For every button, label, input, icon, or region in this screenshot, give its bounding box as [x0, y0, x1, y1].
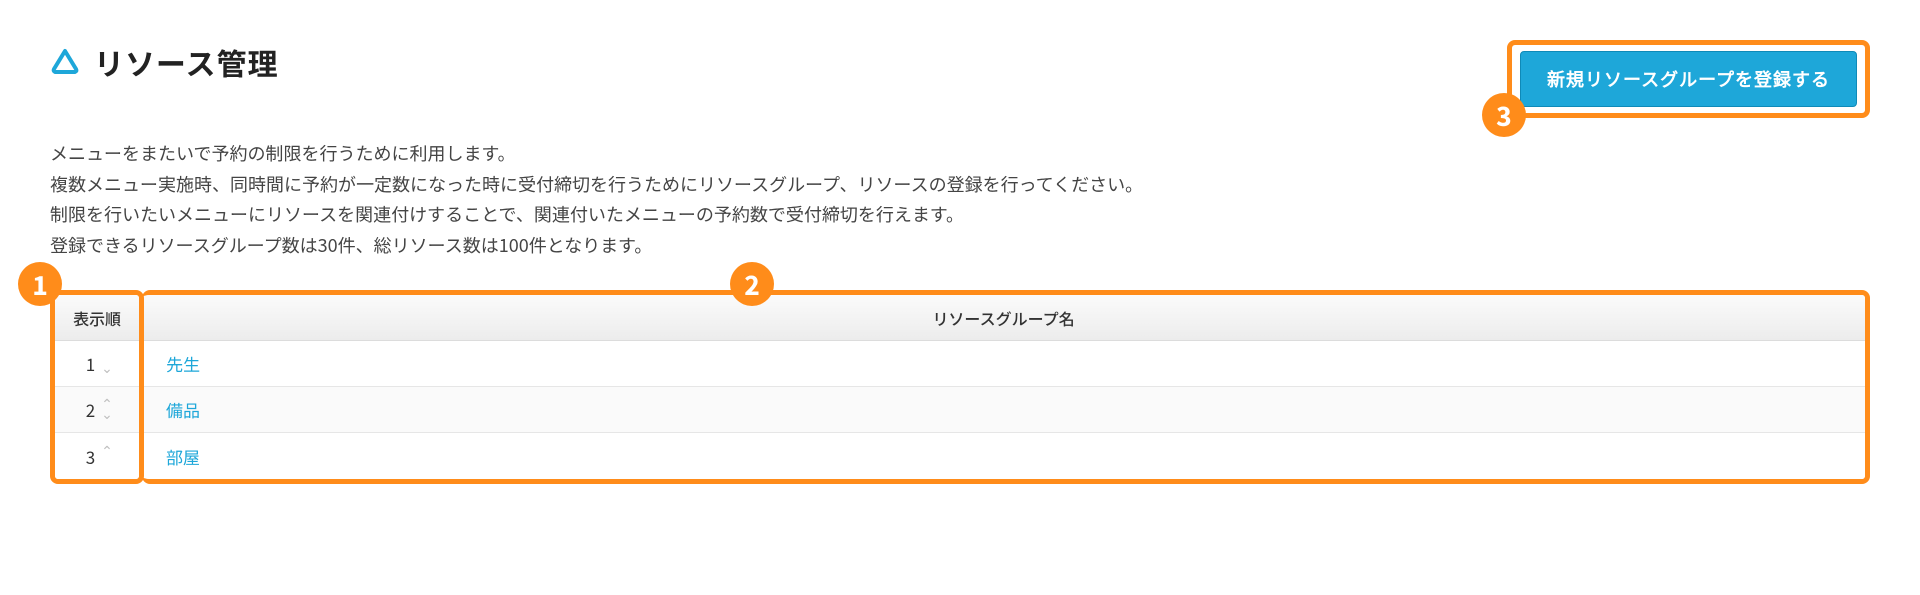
arrow-down-icon[interactable]: ⌄: [101, 364, 113, 374]
resource-group-table: 1 2 表示順 1 ⌃ ⌄ 2 ⌃ ⌄ 3 ⌃ ⌄ リソースグループ名: [50, 290, 1870, 484]
description-line: 制限を行いたいメニューにリソースを関連付けすることで、関連付いたメニューの予約数…: [50, 199, 1870, 230]
description: メニューをまたいで予約の制限を行うために利用します。 複数メニュー実施時、同時間…: [50, 138, 1870, 260]
triangle-icon: [50, 47, 80, 77]
order-number: 1: [81, 351, 95, 376]
table-header-group: リソースグループ名: [142, 295, 1865, 341]
resource-group-link[interactable]: 備品: [154, 397, 200, 422]
order-number: 2: [81, 397, 95, 422]
table-row: 3 ⌃ ⌄: [55, 433, 139, 479]
table-header-order: 表示順: [55, 295, 139, 341]
primary-button-highlight: 新規リソースグループを登録する 3: [1507, 40, 1870, 118]
arrow-down-icon[interactable]: ⌄: [101, 410, 113, 420]
order-number: 3: [81, 444, 95, 469]
table-row: 先生: [142, 341, 1865, 387]
table-row: 備品: [142, 387, 1865, 433]
description-line: 複数メニュー実施時、同時間に予約が一定数になった時に受付締切を行うためにリソース…: [50, 169, 1870, 200]
description-line: 登録できるリソースグループ数は30件、総リソース数は100件となります。: [50, 230, 1870, 261]
page-title: リソース管理: [94, 40, 279, 84]
table-row: 1 ⌃ ⌄: [55, 341, 139, 387]
arrow-up-icon[interactable]: ⌃: [101, 447, 113, 457]
resource-group-link[interactable]: 先生: [154, 351, 200, 376]
resource-group-link[interactable]: 部屋: [154, 444, 200, 469]
add-resource-group-button[interactable]: 新規リソースグループを登録する: [1520, 51, 1857, 107]
annotation-badge-3: 3: [1482, 93, 1526, 137]
table-row: 2 ⌃ ⌄: [55, 387, 139, 433]
description-line: メニューをまたいで予約の制限を行うために利用します。: [50, 138, 1870, 169]
table-row: 部屋: [142, 433, 1865, 479]
